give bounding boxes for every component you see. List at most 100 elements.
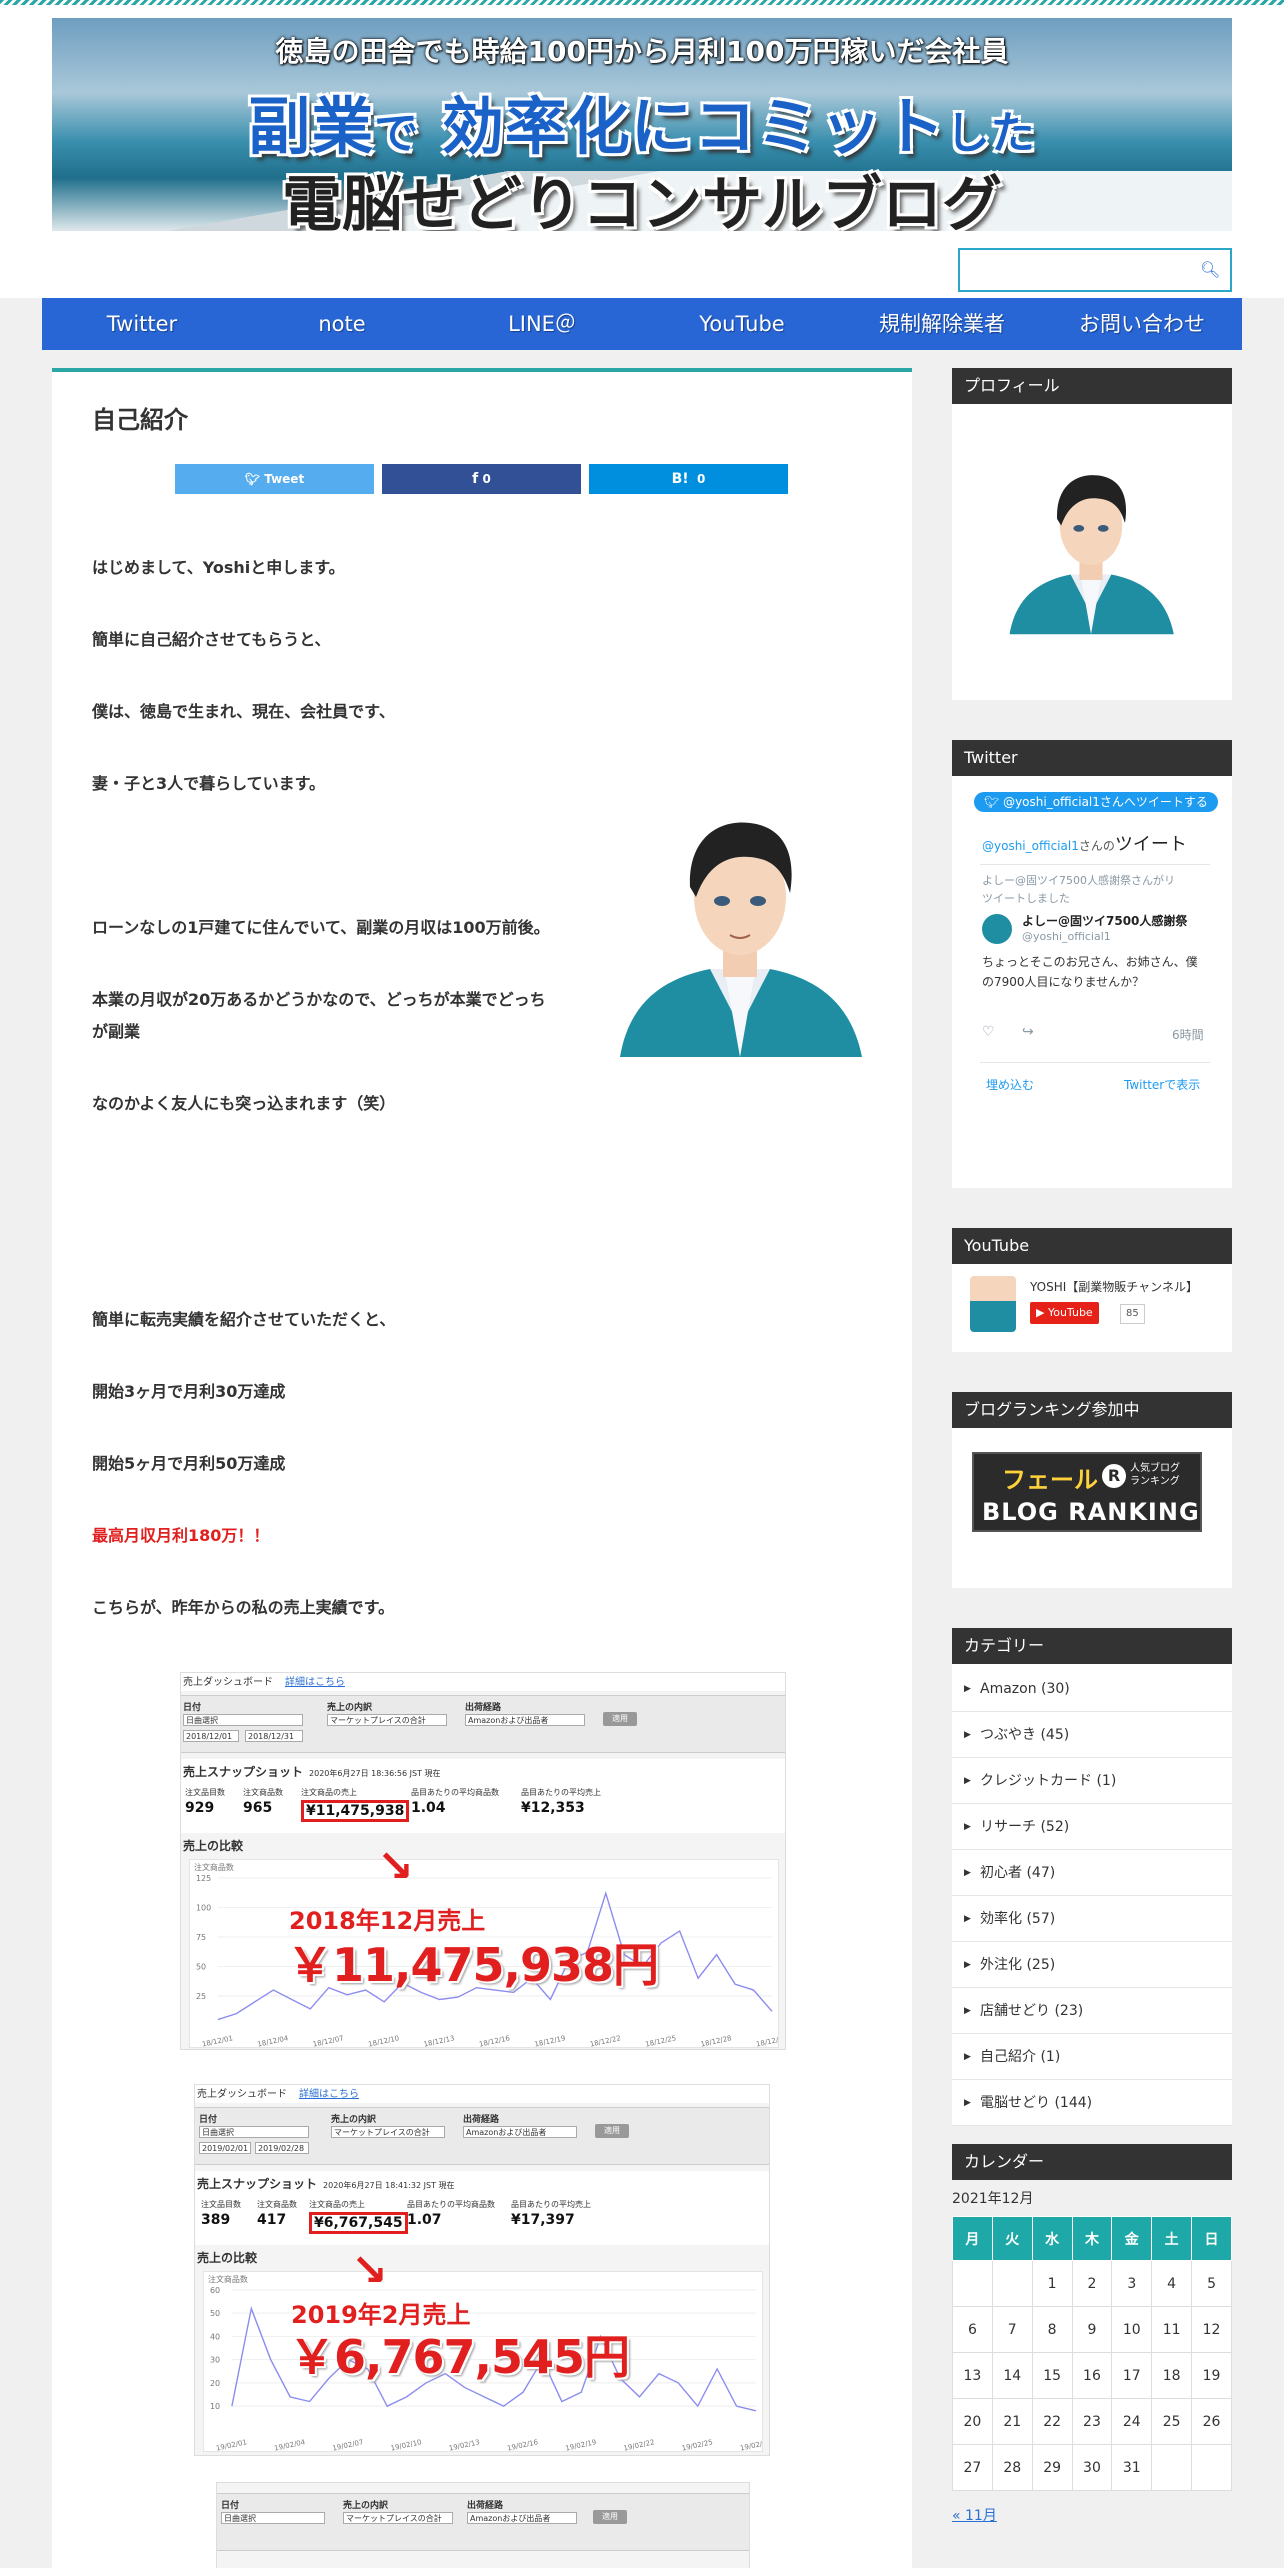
heart-icon[interactable]: ♡ <box>982 1024 995 1040</box>
snapshot-col-value: 965 <box>243 1800 273 1816</box>
banner-word-fukugyo: 副業 <box>248 90 375 163</box>
nav-contact[interactable]: お問い合わせ <box>1042 298 1242 350</box>
category-item-amazon[interactable]: Amazon (30) <box>952 1666 1232 1712</box>
ranking-widget-title: ブログランキング参加中 <box>952 1392 1232 1428</box>
calendar-weekday: 日 <box>1191 2216 1232 2261</box>
calendar-day: 21 <box>991 2398 1033 2445</box>
category-item-efficiency[interactable]: 効率化 (57) <box>952 1896 1232 1942</box>
filter-channel-select: Amazonおよび出品者 <box>465 1714 585 1726</box>
twitter-follow-label: @yoshi_official1さんへツイートする <box>1003 795 1208 809</box>
twitter-follow-button[interactable]: 🐦︎ @yoshi_official1さんへツイートする <box>974 792 1218 812</box>
youtube-channel-avatar[interactable] <box>970 1276 1016 1332</box>
chart-y-axis-label: 注文商品数 <box>208 2274 248 2284</box>
nav-kisei-kaijo[interactable]: 規制解除業者 <box>842 298 1042 350</box>
sales-dashboard-screenshot: 日付 日曲選択 売上の内訳 マーケットプレイスの合計 出荷経路 Amazonおよ… <box>216 2482 750 2568</box>
twitter-embed-link[interactable]: 埋め込む <box>986 1076 1034 1093</box>
youtube-widget: YouTube YOSHI【副業物販チャンネル】 ▶ YouTube 85 <box>952 1228 1232 1352</box>
chart-x-tick-label: 19/02/01 <box>215 2438 247 2452</box>
nav-youtube[interactable]: YouTube <box>642 298 842 350</box>
snapshot-col-value: 389 <box>201 2212 231 2228</box>
filter-date-from: 2018/12/01 <box>183 1730 239 1742</box>
chart-x-tick-label: 18/12/25 <box>645 2034 677 2048</box>
snapshot-col-value: 1.04 <box>411 1800 446 1816</box>
calendar-day: 2 <box>1071 2260 1113 2307</box>
sales-compare-title: 売上の比較 <box>183 1839 244 1853</box>
calendar-day: 1 <box>1031 2260 1073 2307</box>
nav-note[interactable]: note <box>242 298 442 350</box>
twitter-view-link[interactable]: Twitterで表示 <box>1124 1076 1200 1093</box>
snapshot-col-value: ¥12,353 <box>521 1800 585 1816</box>
youtube-subscribe-button[interactable]: ▶ YouTube <box>1030 1302 1099 1324</box>
tweet-button[interactable]: 🐦︎ Tweet <box>175 464 374 494</box>
snapshot-col-value: ¥17,397 <box>511 2212 575 2228</box>
chart-x-tick-label: 18/12/16 <box>478 2034 510 2048</box>
snapshot-col: 注文商品の売上 ¥11,475,938 <box>301 1787 410 1822</box>
calendar-day: 15 <box>1031 2352 1073 2399</box>
search-input[interactable] <box>960 250 1190 290</box>
article-paragraph: ローンなしの1戸建てに住んでいて、副業の月収は100万前後。 <box>92 918 550 937</box>
snapshot-col-value: 417 <box>257 2212 287 2228</box>
calendar-day: 8 <box>1031 2306 1073 2353</box>
filter-date-from: 2019/02/01 <box>199 2142 251 2154</box>
snapshot-time: 2020年6月27日 18:41:32 JST 現在 <box>323 2181 455 2190</box>
share-icon[interactable]: ↪ <box>1022 1024 1034 1040</box>
filter-date-to: 2018/12/31 <box>245 1730 303 1742</box>
chart-x-tick-label: 18/12/19 <box>534 2034 566 2048</box>
filter-date-label: 日付 <box>183 1703 202 1713</box>
chart-x-tick-label: 19/02/13 <box>448 2438 480 2452</box>
calendar-week: 13 14 15 16 17 18 19 <box>952 2352 1232 2399</box>
category-item-research[interactable]: リサーチ (52) <box>952 1804 1232 1850</box>
twitter-divider <box>980 864 1210 865</box>
youtube-channel-name: YOSHI【副業物販チャンネル】 <box>1030 1280 1198 1294</box>
twitter-widget: Twitter 🐦︎ @yoshi_official1さんへツイートする @yo… <box>952 740 1232 1188</box>
youtube-subscriber-count: 85 <box>1120 1304 1145 1324</box>
blog-ranking-banner[interactable]: フェール R 人気ブログ ランキング BLOG RANKING <box>972 1452 1202 1532</box>
banner-title-line2: 副業で 効率化にコミットした <box>52 76 1232 166</box>
sales-snapshot: 売上スナップショット 2020年6月27日 18:36:56 JST 現在 注文品… <box>181 1759 785 1833</box>
filter-channel-label: 出荷経路 <box>467 2501 504 2511</box>
snapshot-col-label: 注文商品の売上 <box>301 1788 357 1797</box>
calendar-week: 12345 <box>952 2260 1232 2307</box>
category-item-denno-sedori[interactable]: 電脳せどり (144) <box>952 2080 1232 2126</box>
tweet-text: ちょっとそこのお兄さん、お姉さん、僕の7900人目になりませんか？ <box>982 955 1198 989</box>
twitter-widget-title: Twitter <box>952 740 1232 776</box>
calendar-day: 3 <box>1111 2260 1153 2307</box>
hatena-bookmark-button[interactable]: B! 0 <box>589 464 788 494</box>
calendar-day: 4 <box>1151 2260 1193 2307</box>
chart-x-tick-label: 19/02/22 <box>623 2438 655 2452</box>
filter-breakdown-select: マーケットプレイスの合計 <box>331 2126 445 2138</box>
category-item-credit-card[interactable]: クレジットカード (1) <box>952 1758 1232 1804</box>
article-paragraph: こちらが、昨年からの私の売上実績です。 <box>92 1598 395 1617</box>
calendar-day: 20 <box>952 2398 993 2445</box>
snapshot-title-text: 売上スナップショット <box>197 2177 318 2191</box>
calendar-weekday: 金 <box>1111 2216 1153 2261</box>
facebook-share-button[interactable]: f 0 <box>382 464 581 494</box>
sales-amount-label: ￥6,767,545円 <box>289 2330 630 2384</box>
chart-y-tick-label: 100 <box>196 1903 211 1912</box>
chart-y-tick-label: 10 <box>210 2402 220 2411</box>
category-item-outsourcing[interactable]: 外注化 (25) <box>952 1942 1232 1988</box>
search-box: 🔍︎ <box>958 248 1232 292</box>
chart-y-tick-label: 30 <box>210 2356 220 2365</box>
snapshot-col-label: 品目あたりの平均商品数 <box>411 1788 499 1797</box>
category-item-self-intro[interactable]: 自己紹介 (1) <box>952 2034 1232 2080</box>
chart-y-tick-label: 50 <box>210 2309 220 2318</box>
twitter-avatar[interactable] <box>982 914 1012 944</box>
calendar-day: 18 <box>1151 2352 1193 2399</box>
snapshot-col-value: 929 <box>185 1800 215 1816</box>
snapshot-time: 2020年6月27日 18:36:56 JST 現在 <box>309 1769 441 1778</box>
nav-twitter[interactable]: Twitter <box>42 298 242 350</box>
header-banner[interactable]: 徳島の田舎でも時給100円から月利100万円稼いだ会社員 副業で 効率化にコミッ… <box>52 18 1232 231</box>
hatena-count: 0 <box>697 472 706 486</box>
snapshot-col: 注文品目数 929 <box>185 1787 225 1816</box>
calendar-prev-month-link[interactable]: « 11月 <box>952 2505 1232 2525</box>
search-icon[interactable]: 🔍︎ <box>1200 260 1220 280</box>
category-item-tsubuyaki[interactable]: つぶやき (45) <box>952 1712 1232 1758</box>
profile-widget-title: プロフィール <box>952 368 1232 404</box>
ranking-widget: ブログランキング参加中 フェール R 人気ブログ ランキング BLOG RANKI… <box>952 1392 1232 1588</box>
snapshot-sales-highlight: ¥11,475,938 <box>301 1800 410 1822</box>
article-paragraph: 妻・子と3人で暮らしています。 <box>92 774 326 793</box>
nav-line[interactable]: LINE＠ <box>442 298 642 350</box>
category-item-beginner[interactable]: 初心者 (47) <box>952 1850 1232 1896</box>
category-item-store-sedori[interactable]: 店舗せどり (23) <box>952 1988 1232 2034</box>
